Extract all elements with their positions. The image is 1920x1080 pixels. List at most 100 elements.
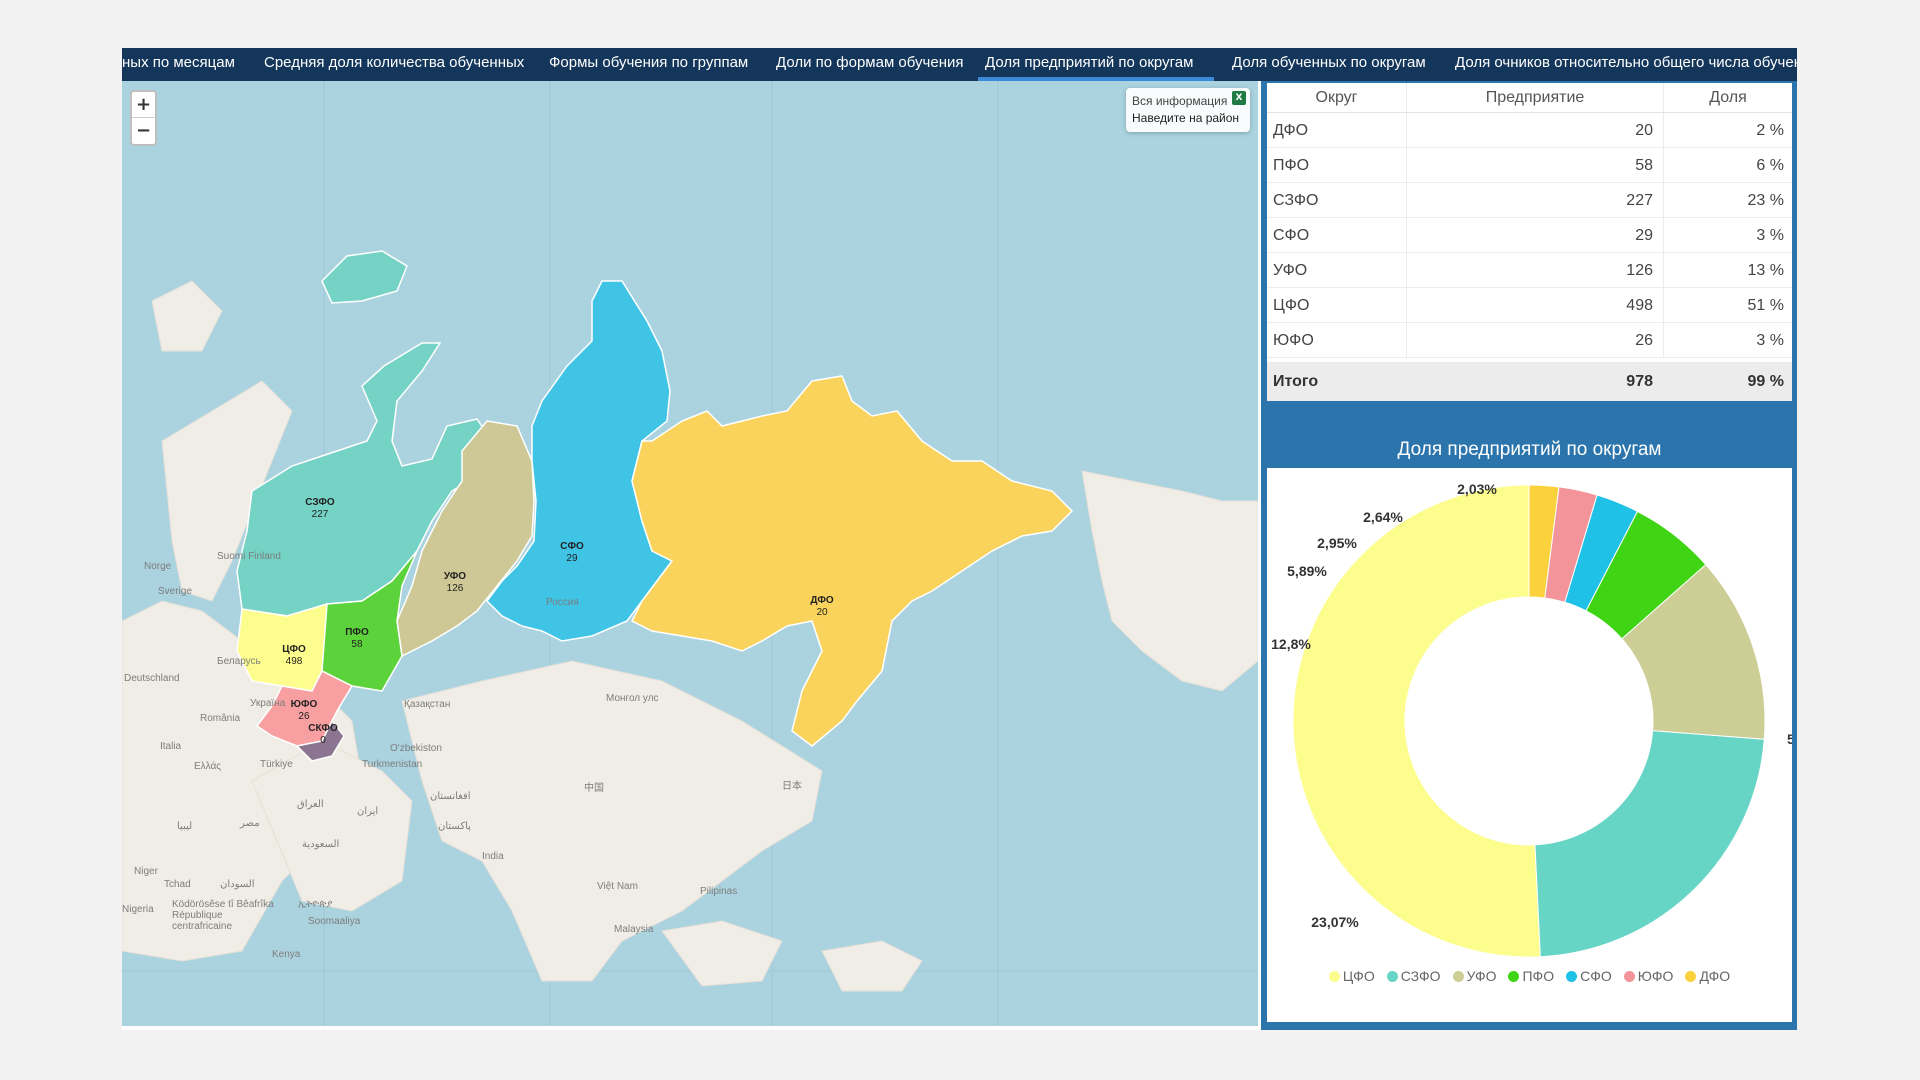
geo-label: Россия xyxy=(546,597,579,608)
legend-item-СФО[interactable]: СФО xyxy=(1566,968,1612,984)
geo-label: Norge xyxy=(144,561,172,572)
legend-dot-icon xyxy=(1566,971,1578,982)
region-code: ДФО xyxy=(810,595,834,606)
geo-label: Беларусь xyxy=(217,656,261,667)
geo-label: افغانستان xyxy=(430,791,471,802)
cell-share: 2 % xyxy=(1756,122,1784,139)
geo-label: India xyxy=(482,851,504,862)
column-header-share[interactable]: Доля xyxy=(1664,83,1792,112)
tab-enterprise-share-by-district[interactable]: Доля предприятий по округам xyxy=(978,48,1214,81)
geo-label: Sverige xyxy=(158,586,192,597)
legend-dot-icon xyxy=(1685,971,1697,982)
geo-label: 中国 xyxy=(584,783,604,794)
tab-fulltime-share[interactable]: Доля очников относительно общего числа о… xyxy=(1455,48,1797,81)
cell-district: ПФО xyxy=(1267,148,1407,182)
data-label-СФО: 2,95% xyxy=(1317,535,1357,551)
geo-label: العراق xyxy=(297,799,324,810)
table-row[interactable]: ДФО 20 2 % xyxy=(1267,113,1792,148)
geo-label: Soomaaliya xyxy=(308,916,361,927)
excel-export-icon[interactable]: X xyxy=(1232,91,1246,105)
region-code: ЮФО xyxy=(290,699,318,710)
geo-label: Қазақстан xyxy=(404,699,451,710)
geo-label: Tchad xyxy=(164,879,191,890)
legend-label: ПФО xyxy=(1522,968,1555,984)
geo-label: مصر xyxy=(240,818,260,829)
info-hover-hint: Наведите на район xyxy=(1132,111,1240,125)
table-header: Округ Предприятие Доля xyxy=(1267,83,1792,113)
chart-legend: ЦФО СЗФО УФО ПФО СФО ЮФО ДФО xyxy=(1267,968,1792,984)
legend-label: ДФО xyxy=(1699,968,1731,984)
right-panel: Округ Предприятие Доля ДФО 20 2 % ПФО 58… xyxy=(1261,81,1797,1030)
region-label-szfo[interactable]: СЗФО 227 xyxy=(305,497,334,521)
legend-item-СЗФО[interactable]: СЗФО xyxy=(1386,968,1441,984)
tab-training-forms-by-group[interactable]: Формы обучения по группам xyxy=(549,48,748,81)
region-label-ufo[interactable]: УФО 126 xyxy=(444,571,466,595)
cell-total-enterprise: 978 xyxy=(1407,362,1664,400)
tab-bar: ных по месяцам Средняя доля количества о… xyxy=(122,48,1797,81)
data-label-ЦФО: 5 xyxy=(1787,731,1792,747)
column-header-district[interactable]: Округ xyxy=(1267,83,1407,112)
app-window: ных по месяцам Средняя доля количества о… xyxy=(122,48,1797,1030)
region-label-sfo[interactable]: СФО 29 xyxy=(560,541,584,565)
table-row[interactable]: УФО 126 13 % xyxy=(1267,253,1792,288)
geo-label: România xyxy=(200,713,241,724)
legend-item-ПФО[interactable]: ПФО xyxy=(1508,968,1554,984)
region-code: УФО xyxy=(443,571,467,582)
tab-avg-trained-share[interactable]: Средняя доля количества обученных xyxy=(264,48,524,81)
region-label-cfo[interactable]: ЦФО 498 xyxy=(282,644,306,668)
legend-label: УФО xyxy=(1466,968,1497,984)
region-label-dfo[interactable]: ДФО 20 xyxy=(810,595,833,619)
cell-share: 3 % xyxy=(1756,332,1784,349)
cell-enterprise: 20 xyxy=(1407,113,1664,147)
geo-label: 日本 xyxy=(782,781,802,792)
legend-item-УФО[interactable]: УФО xyxy=(1452,968,1497,984)
map-view[interactable]: Norge Sverige Suomi Finland Deutschland … xyxy=(122,81,1258,1026)
donut-chart-svg: 5 23,07% 12,8% 5,89% 2,95% 2,64% 2,03% xyxy=(1271,481,1792,958)
cell-share: 51 % xyxy=(1747,297,1784,314)
legend-item-ЮФО[interactable]: ЮФО xyxy=(1623,968,1674,984)
zoom-out-button[interactable]: − xyxy=(132,118,155,144)
donut-slice-ЦФО[interactable] xyxy=(1292,484,1541,958)
geo-label: Nigeria xyxy=(122,904,154,915)
region-label-skfo[interactable]: СКФО 0 xyxy=(308,723,338,747)
legend-item-ЦФО[interactable]: ЦФО xyxy=(1328,968,1375,984)
cell-total-label: Итого xyxy=(1267,362,1407,400)
cell-district: СФО xyxy=(1267,218,1407,252)
column-header-enterprise[interactable]: Предприятие xyxy=(1407,83,1664,112)
legend-dot-icon xyxy=(1623,971,1635,982)
region-value: 29 xyxy=(566,553,578,564)
cell-district: ЮФО xyxy=(1267,323,1407,357)
legend-item-ДФО[interactable]: ДФО xyxy=(1685,968,1730,984)
table-row[interactable]: СЗФО 227 23 % xyxy=(1267,183,1792,218)
geo-label: Монгол улс xyxy=(606,693,659,704)
geo-label: پاکستان xyxy=(438,821,471,832)
cell-total-share: 99 % xyxy=(1747,373,1784,390)
cell-district: ДФО xyxy=(1267,113,1407,147)
table-row[interactable]: ЦФО 498 51 % xyxy=(1267,288,1792,323)
tab-trained-share-by-district[interactable]: Доля обученных по округам xyxy=(1232,48,1426,81)
tab-shares-by-form[interactable]: Доли по формам обучения xyxy=(776,48,963,81)
region-value: 126 xyxy=(446,583,464,594)
region-dfo xyxy=(630,375,1074,747)
geo-label: السعودية xyxy=(302,839,340,850)
region-label-yufo[interactable]: ЮФО 26 xyxy=(291,699,318,723)
region-value: 0 xyxy=(320,735,326,746)
legend-label: ЦФО xyxy=(1342,968,1375,984)
region-label-pfo[interactable]: ПФО 58 xyxy=(345,627,369,651)
geo-label: Malaysia xyxy=(614,924,654,935)
geo-label: السودان xyxy=(220,879,255,890)
cell-enterprise: 58 xyxy=(1407,148,1664,182)
cell-district: ЦФО xyxy=(1267,288,1407,322)
table-row[interactable]: ЮФО 26 3 % xyxy=(1267,323,1792,358)
legend-label: ЮФО xyxy=(1637,968,1674,984)
cell-enterprise: 126 xyxy=(1407,253,1664,287)
geo-label: Ελλάς xyxy=(194,761,222,772)
legend-dot-icon xyxy=(1452,971,1464,982)
table-row[interactable]: ПФО 58 6 % xyxy=(1267,148,1792,183)
donut-slice-СЗФО[interactable] xyxy=(1534,730,1765,958)
region-value: 26 xyxy=(298,711,310,722)
zoom-in-button[interactable]: + xyxy=(132,92,155,118)
tab-by-months[interactable]: ных по месяцам xyxy=(122,48,235,81)
table-row[interactable]: СФО 29 3 % xyxy=(1267,218,1792,253)
geo-label: O'zbekiston xyxy=(390,743,442,754)
